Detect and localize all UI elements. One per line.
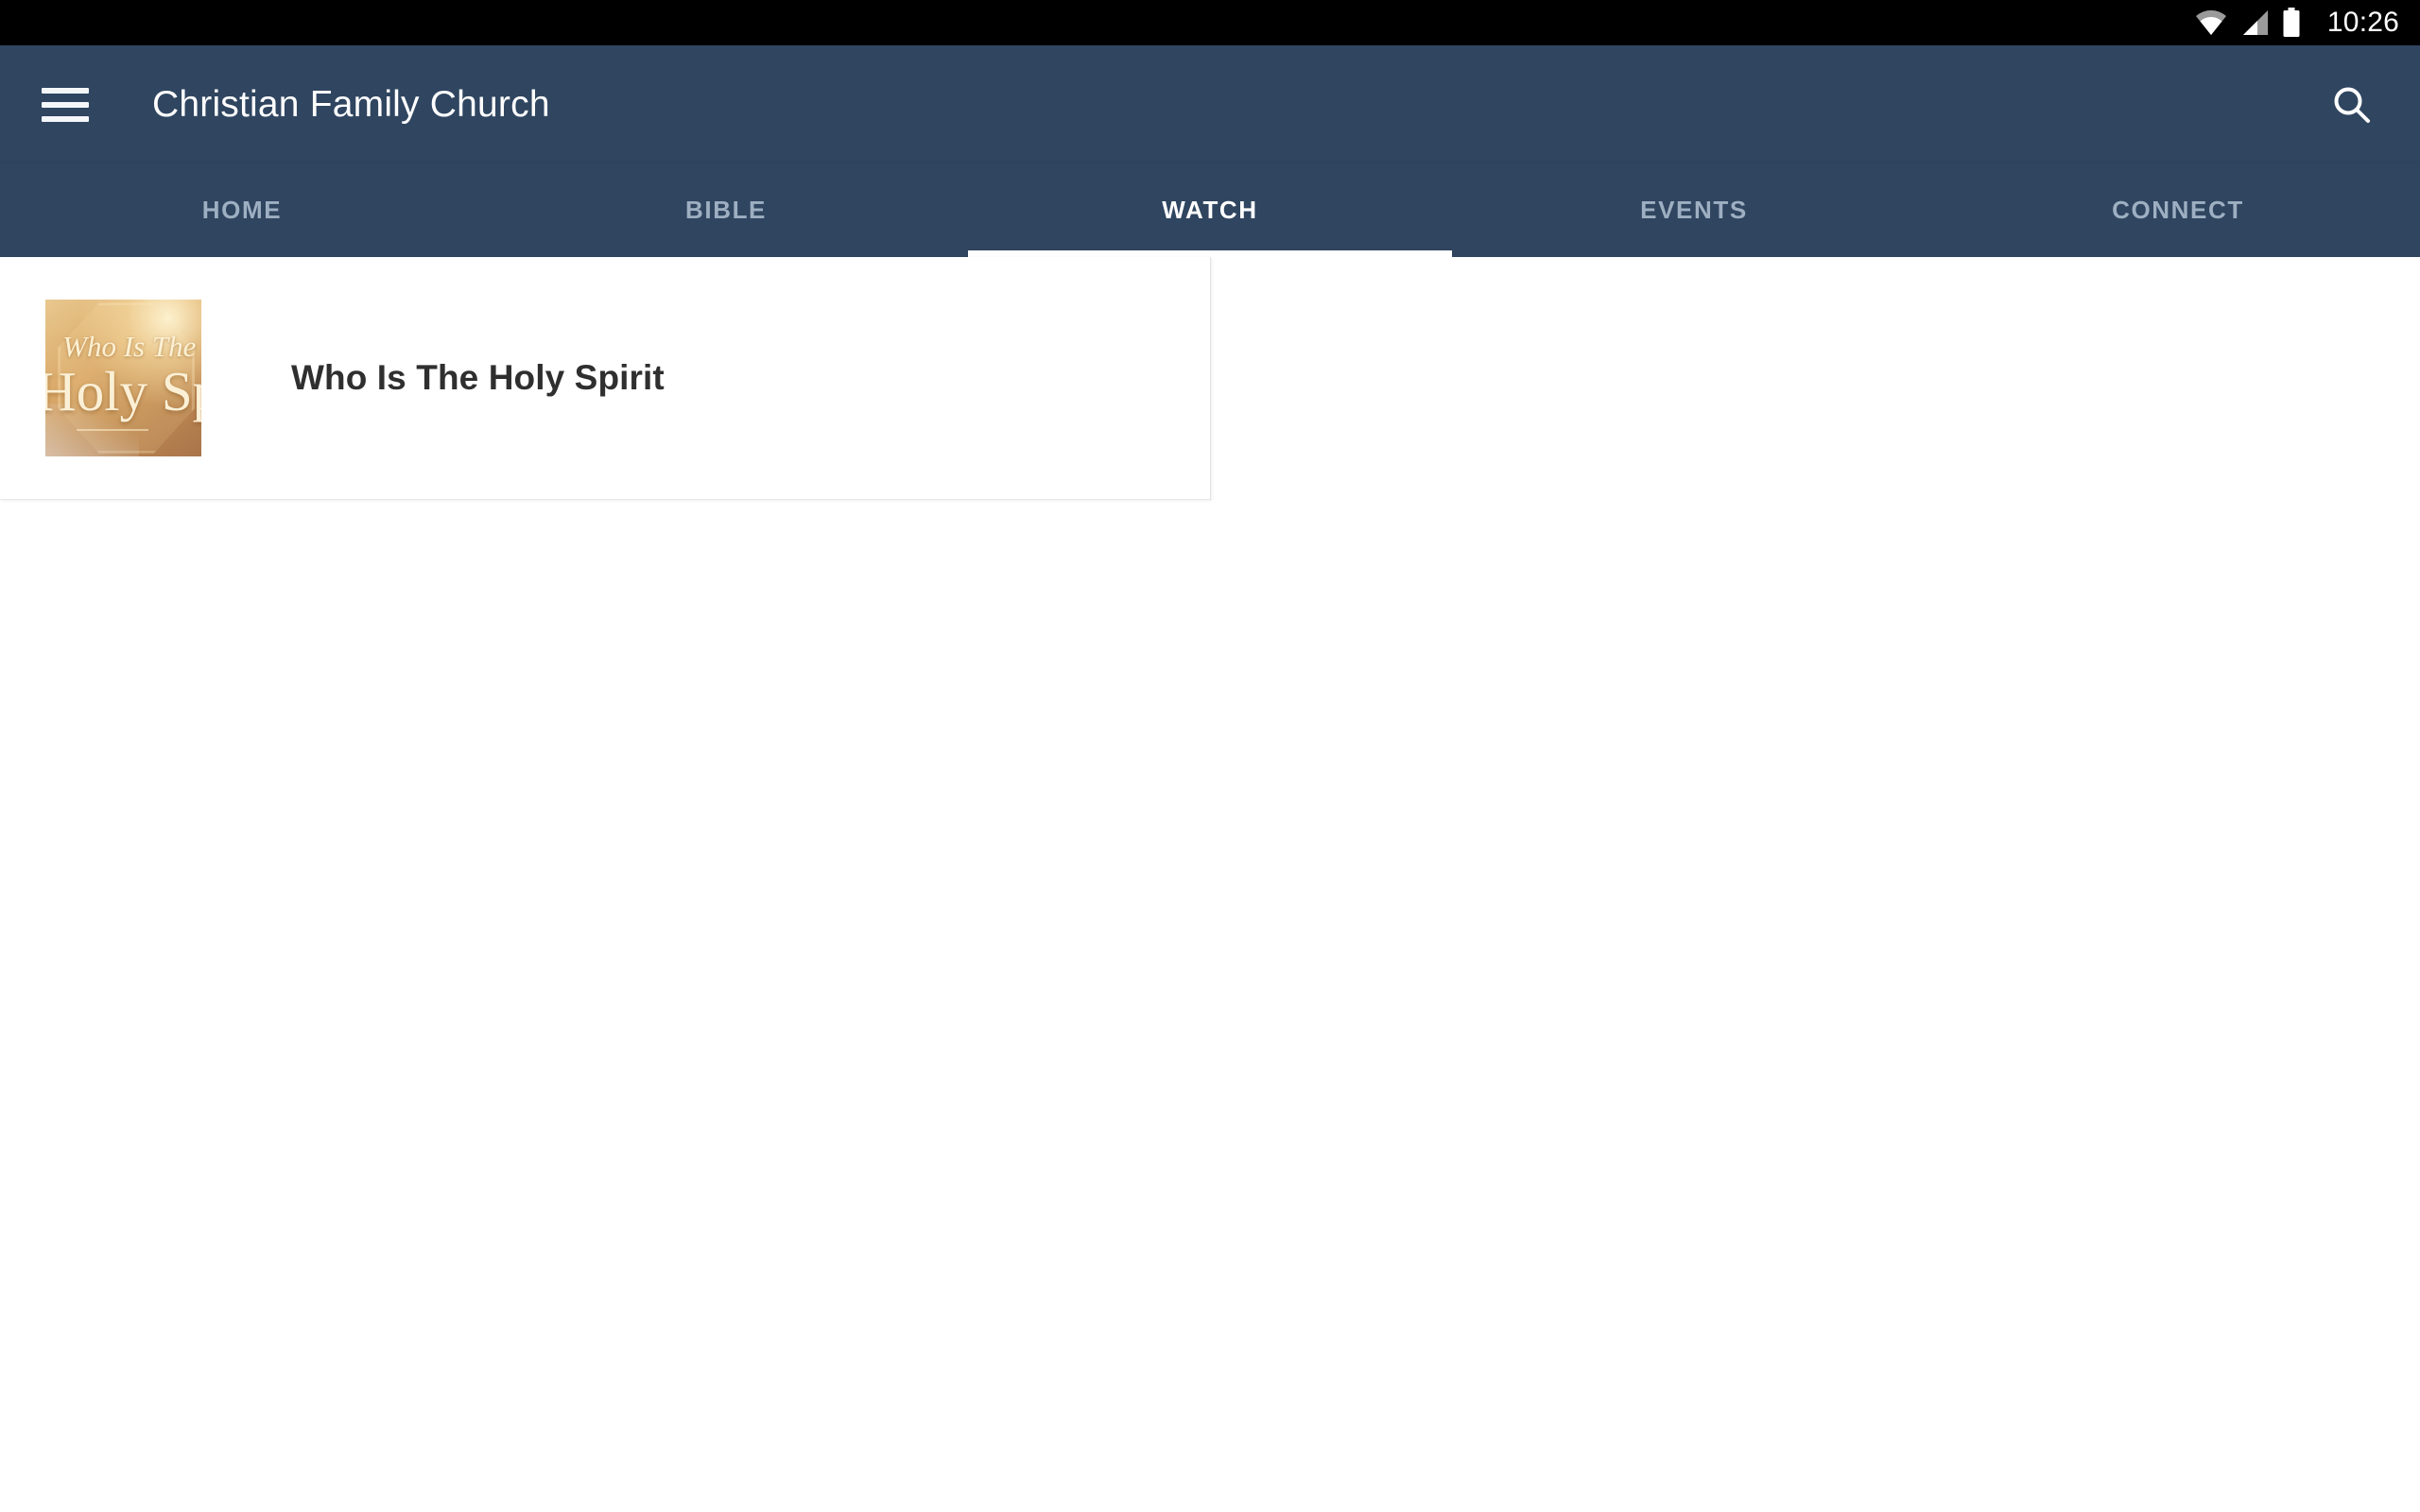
hamburger-menu-icon[interactable] xyxy=(42,79,93,130)
list-item-title: Who Is The Holy Spirit xyxy=(291,358,665,397)
app-bar: Christian Family Church xyxy=(0,45,2420,163)
hamburger-bar xyxy=(42,101,89,108)
tab-bar: HOME BIBLE WATCH EVENTS CONNECT xyxy=(0,163,2420,257)
tab-label: BIBLE xyxy=(685,196,767,224)
tab-bible[interactable]: BIBLE xyxy=(484,163,968,257)
hamburger-bar xyxy=(42,87,89,94)
status-bar-icons: 10:26 xyxy=(2195,8,2399,38)
status-bar: 10:26 xyxy=(0,0,2420,45)
wifi-icon xyxy=(2195,9,2226,35)
tab-events[interactable]: EVENTS xyxy=(1452,163,1936,257)
status-bar-clock: 10:26 xyxy=(2326,7,2399,38)
tab-home[interactable]: HOME xyxy=(0,163,484,257)
tab-connect[interactable]: CONNECT xyxy=(1936,163,2420,257)
thumbnail-text-line1: Who Is The xyxy=(62,330,197,364)
list-item[interactable]: Who Is The Holy Spirit Who Is The Holy S… xyxy=(0,257,1211,500)
tab-watch[interactable]: WATCH xyxy=(968,163,1452,257)
thumbnail-divider-rule xyxy=(77,429,148,432)
tab-label: HOME xyxy=(201,196,283,224)
search-button[interactable] xyxy=(2316,69,2388,141)
search-icon xyxy=(2334,87,2370,123)
watch-content-area: Who Is The Holy Spirit Who Is The Holy S… xyxy=(0,257,2420,1512)
page-title: Christian Family Church xyxy=(152,83,550,125)
tab-label: WATCH xyxy=(1162,196,1258,224)
battery-icon xyxy=(2283,8,2300,37)
tab-label: CONNECT xyxy=(2112,196,2244,224)
hamburger-bar xyxy=(42,115,89,122)
tab-label: EVENTS xyxy=(1640,196,1748,224)
cellular-signal-icon xyxy=(2242,10,2268,35)
thumbnail-text-line2: Holy Spirit xyxy=(45,360,201,423)
video-thumbnail: Who Is The Holy Spirit xyxy=(45,300,201,456)
